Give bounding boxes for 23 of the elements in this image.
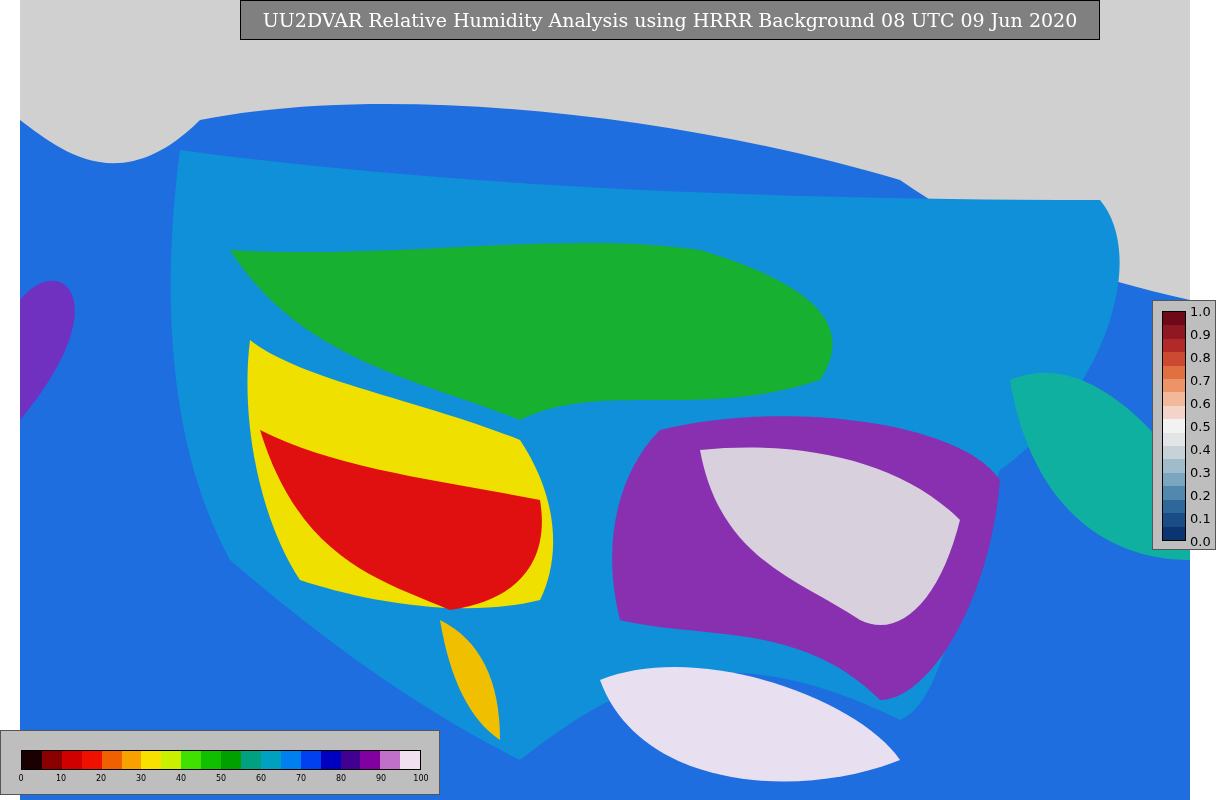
colorbar-tick-label: 40 xyxy=(175,775,187,783)
colorbar-tick-label: 90 xyxy=(375,775,387,783)
colorbar-tick-label: 0.5 xyxy=(1190,420,1211,433)
colorbar-tick-label: 80 xyxy=(335,775,347,783)
colorbar-tick-label: 1.0 xyxy=(1190,305,1211,318)
colorbar-tick-label: 0.9 xyxy=(1190,328,1211,341)
colorbar-tick-label: 30 xyxy=(135,775,147,783)
colorbar-tick-label: 0.4 xyxy=(1190,443,1211,456)
colorbar-tick-label: 0.2 xyxy=(1190,489,1211,502)
colorbar-tick-label: 100 xyxy=(413,775,429,783)
colorbar-tick-label: 0.8 xyxy=(1190,351,1211,364)
colorbar-tick-label: 0.0 xyxy=(1190,535,1211,548)
colorbar-tick-label: 0.6 xyxy=(1190,397,1211,410)
colorbar-tick-label: 0.7 xyxy=(1190,374,1211,387)
colorbar-tick-label: 0.3 xyxy=(1190,466,1211,479)
map-title: UU2DVAR Relative Humidity Analysis using HRRR Background 08 UTC 09 Jun 2020 xyxy=(240,0,1100,40)
colorbar-tick-label: 60 xyxy=(255,775,267,783)
colorbar-tick-label: 70 xyxy=(295,775,307,783)
colorbar-tick-label: 50 xyxy=(215,775,227,783)
colorbar-tick-label: 20 xyxy=(95,775,107,783)
colorbar-tick-label: 0.1 xyxy=(1190,512,1211,525)
colorbar-tick-label: 0 xyxy=(18,775,24,783)
colorbar-tick-label: 10 xyxy=(55,775,67,783)
